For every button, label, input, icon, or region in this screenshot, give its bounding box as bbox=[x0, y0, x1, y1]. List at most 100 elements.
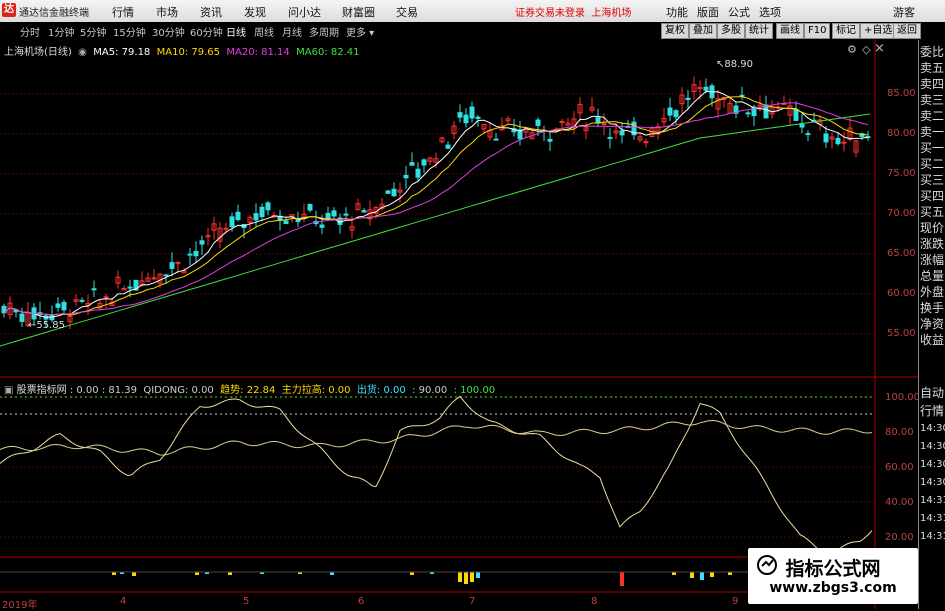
kline-chart-svg[interactable] bbox=[0, 40, 918, 609]
candle-body bbox=[673, 110, 679, 118]
settings-gear-icon[interactable]: ⚙ bbox=[847, 43, 857, 56]
toolbar-mark-button[interactable]: 标记 bbox=[832, 23, 860, 39]
quote-panel: 委比 卖五 卖四 卖三 卖二 卖一 买一 买二 买三 买四 买五 现价 涨跌 涨幅 总量 外盘 换手 净资 收益 自动… bbox=[918, 40, 945, 609]
menu-item-ask[interactable]: 问小达 bbox=[288, 4, 321, 20]
tab-monthly[interactable]: 月线 bbox=[282, 24, 302, 39]
candle-body bbox=[841, 141, 847, 144]
toolbar-fuquan-button[interactable]: 复权 bbox=[661, 23, 689, 39]
tab-timeshare[interactable]: 分时 bbox=[20, 24, 40, 39]
legend-dropdown-icon[interactable]: ◉ bbox=[75, 47, 90, 58]
toolbar-back-button[interactable]: 返回 bbox=[893, 23, 921, 39]
indicator-qidong: QIDONG: 0.00 bbox=[143, 385, 214, 396]
tick-time-label[interactable]: 自动 bbox=[920, 385, 945, 401]
tab-1min[interactable]: 1分钟 bbox=[48, 24, 74, 39]
menu-item-trade[interactable]: 交易 bbox=[396, 4, 418, 20]
main-chart-legend: 上海机场(日线) ◉ MA5: 79.18 MA10: 79.65 MA20: … bbox=[4, 43, 360, 58]
indicator-legend: ▣ 股票指标网 : 0.00 : 81.39 QIDONG: 0.00 趋势: … bbox=[4, 381, 495, 396]
candle-body bbox=[493, 138, 499, 141]
ind-y-tick-100: 100.00 bbox=[885, 392, 920, 403]
toolbar-overlay-button[interactable]: 叠加 bbox=[689, 23, 717, 39]
signal-bar bbox=[620, 572, 624, 586]
quote-label: 卖五 bbox=[920, 61, 945, 75]
candle-body bbox=[547, 138, 553, 142]
tab-5min[interactable]: 5分钟 bbox=[80, 24, 106, 39]
candle-body bbox=[319, 224, 325, 228]
ma60-line bbox=[0, 113, 871, 347]
high-price-label: ↖88.90 bbox=[716, 59, 754, 70]
banner-url: www.zbgs3.com bbox=[769, 580, 897, 596]
menu-item-discover[interactable]: 发现 bbox=[244, 4, 266, 20]
candle-body bbox=[265, 202, 271, 211]
tick-time-label: 14:30 bbox=[920, 477, 945, 488]
toolbar-f10-button[interactable]: F10 bbox=[804, 23, 831, 39]
candle-body bbox=[457, 112, 463, 118]
menu-item-formula[interactable]: 公式 bbox=[728, 4, 750, 20]
candle-body bbox=[229, 216, 235, 228]
tab-15min[interactable]: 15分钟 bbox=[113, 24, 146, 39]
candle-body bbox=[127, 286, 133, 289]
tab-60min[interactable]: 60分钟 bbox=[190, 24, 223, 39]
toolbar-add-watch-button[interactable]: +自选 bbox=[860, 23, 897, 39]
candle-body bbox=[193, 250, 199, 257]
indicator-expand-icon[interactable]: ▣ bbox=[4, 385, 13, 396]
tick-time-label: 14:31 bbox=[920, 513, 945, 524]
y-tick-85: 85.00 bbox=[887, 88, 916, 99]
menu-item-layout[interactable]: 版面 bbox=[697, 4, 719, 20]
quote-label: 买一 bbox=[920, 141, 945, 155]
quote-label: 买五 bbox=[920, 205, 945, 219]
candle-body bbox=[409, 162, 415, 166]
chart-area[interactable]: 上海机场(日线) ◉ MA5: 79.18 MA10: 79.65 MA20: … bbox=[0, 40, 920, 611]
ind-y-tick-40: 40.00 bbox=[885, 497, 914, 508]
tab-30min[interactable]: 30分钟 bbox=[152, 24, 185, 39]
candle-body bbox=[331, 210, 337, 217]
tab-weekly[interactable]: 周线 bbox=[254, 24, 274, 39]
tick-time-label: 14:30 bbox=[920, 441, 945, 452]
candle-body bbox=[415, 168, 421, 178]
toolbar-stats-button[interactable]: 统计 bbox=[745, 23, 773, 39]
tick-time-label: 14:30 bbox=[920, 423, 945, 434]
candle-body bbox=[619, 130, 625, 136]
candle-body bbox=[421, 159, 427, 166]
menu-item-quotes[interactable]: 行情 bbox=[112, 4, 134, 20]
candle-body bbox=[259, 206, 265, 218]
guest-label[interactable]: 游客 bbox=[893, 4, 915, 20]
period-tab-bar: 分时 1分钟 5分钟 15分钟 30分钟 60分钟 日线 周线 月线 多周期 更… bbox=[0, 22, 945, 39]
menu-item-market[interactable]: 市场 bbox=[156, 4, 178, 20]
candle-body bbox=[253, 213, 259, 221]
app-logo-icon: 达 bbox=[2, 3, 16, 17]
diamond-icon[interactable]: ◇ bbox=[862, 43, 870, 56]
signal-bar bbox=[470, 572, 474, 582]
menu-item-options[interactable]: 选项 bbox=[759, 4, 781, 20]
candle-body bbox=[169, 262, 175, 269]
quote-label: 换手 bbox=[920, 301, 945, 315]
y-tick-70: 70.00 bbox=[887, 208, 916, 219]
tab-multi-period[interactable]: 多周期 bbox=[309, 24, 339, 39]
menu-item-news[interactable]: 资讯 bbox=[200, 4, 222, 20]
menu-item-wealth[interactable]: 财富圈 bbox=[342, 4, 375, 20]
login-warning[interactable]: 证券交易未登录 上海机场 bbox=[515, 4, 631, 19]
tab-more[interactable]: 更多 ▾ bbox=[346, 24, 374, 39]
x-tick-8: 8 bbox=[591, 596, 598, 607]
candle-body bbox=[385, 190, 391, 194]
signal-bar bbox=[464, 572, 468, 584]
x-tick-6: 6 bbox=[358, 596, 365, 607]
ind-y-tick-20: 20.00 bbox=[885, 532, 914, 543]
quote-label: 涨跌 bbox=[920, 237, 945, 251]
close-icon[interactable]: × bbox=[874, 41, 885, 56]
x-tick-4: 4 bbox=[120, 596, 127, 607]
x-tick-7: 7 bbox=[469, 596, 476, 607]
quote-label: 涨幅 bbox=[920, 253, 945, 267]
stock-label: 上海机场(日线) bbox=[4, 47, 72, 58]
tab-daily[interactable]: 日线 bbox=[226, 24, 246, 39]
candle-body bbox=[295, 219, 301, 223]
candle-body bbox=[79, 299, 85, 302]
menu-item-function[interactable]: 功能 bbox=[666, 4, 688, 20]
candle-body bbox=[445, 144, 451, 149]
toolbar-draw-button[interactable]: 画线 bbox=[776, 23, 804, 39]
candle-body bbox=[403, 174, 409, 179]
candle-body bbox=[103, 296, 109, 299]
candle-body bbox=[793, 109, 799, 121]
signal-bar bbox=[710, 572, 714, 577]
toolbar-multistock-button[interactable]: 多股 bbox=[717, 23, 745, 39]
candle-body bbox=[361, 210, 367, 213]
